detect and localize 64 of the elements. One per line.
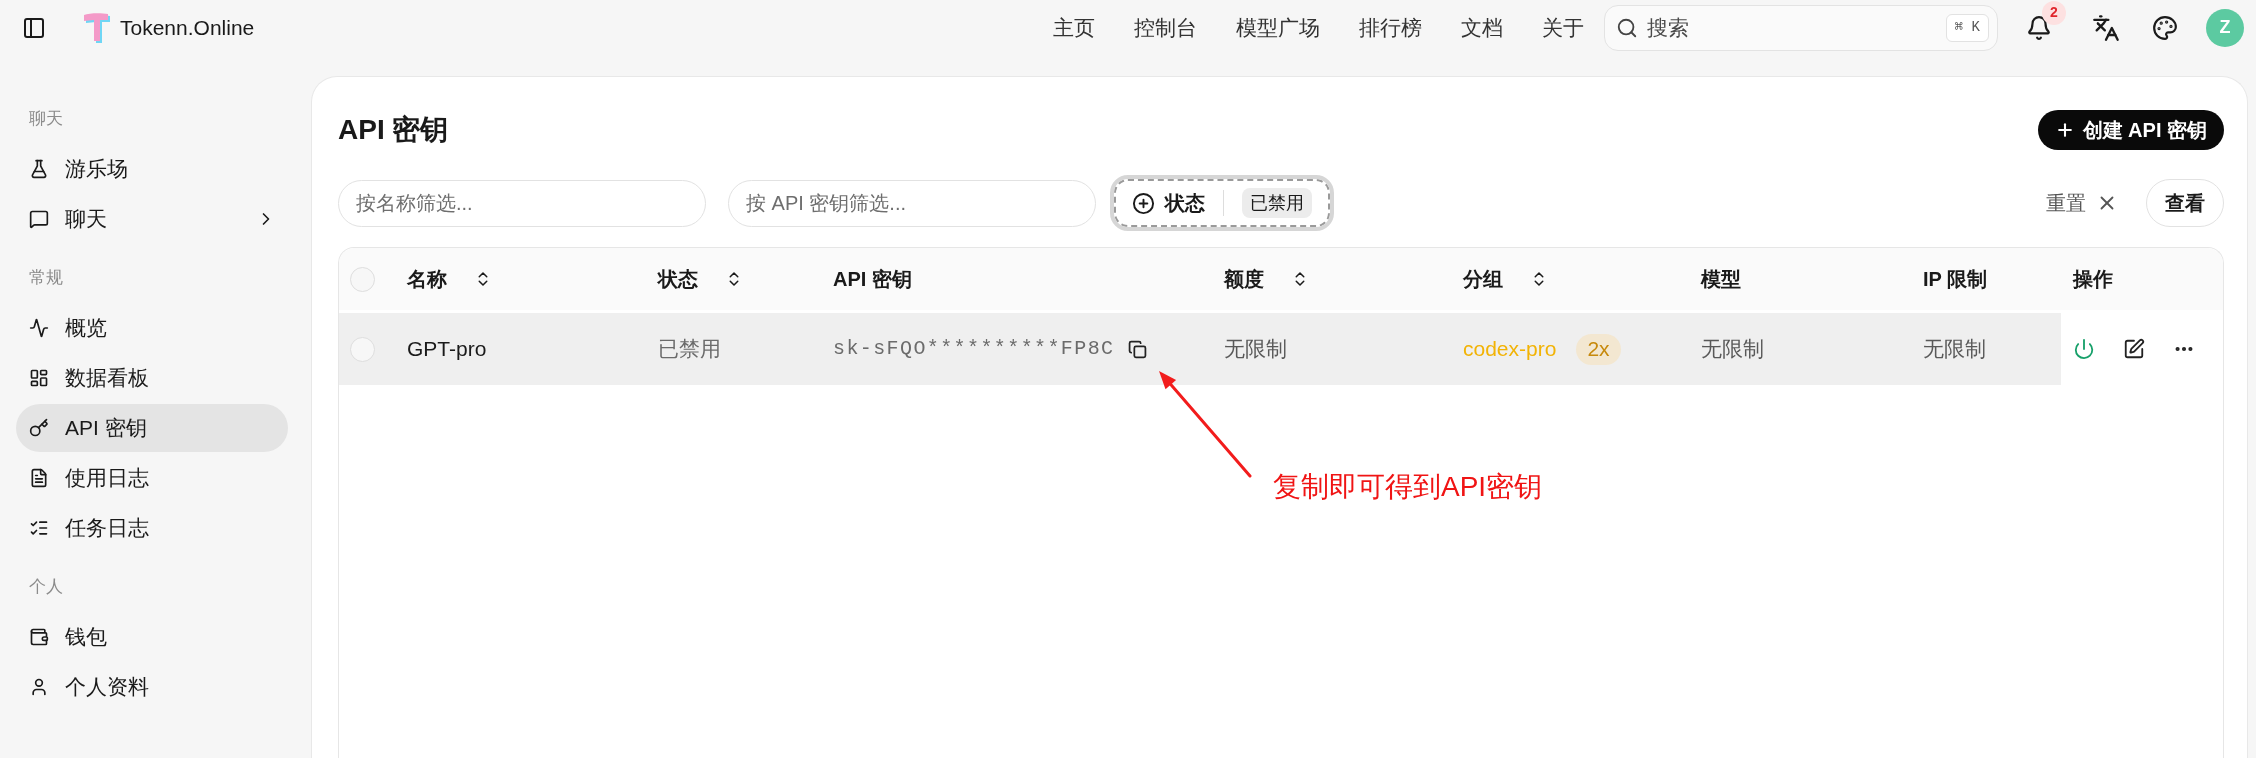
flask-icon [29, 159, 49, 179]
checklist-icon [29, 518, 49, 538]
sidebar-item[interactable]: 数据看板 [16, 354, 288, 402]
filter-value-chip: 已禁用 [1242, 188, 1312, 218]
column-header: IP 限制 [1923, 267, 1988, 292]
grid-icon [29, 368, 49, 388]
column-header: 名称 [407, 267, 447, 292]
sidebar-item[interactable]: 游乐场 [16, 145, 288, 193]
table-cell-text: codex-pro [1463, 336, 1557, 363]
nav-link[interactable]: 控制台 [1134, 11, 1197, 44]
sidebar-item[interactable]: 概览 [16, 304, 288, 352]
column-header: API 密钥 [833, 267, 912, 292]
table-cell-text: 无限制 [1923, 336, 1986, 363]
column-header: 状态 [658, 267, 698, 292]
plus-circle-icon [1132, 191, 1155, 215]
sidebar-item[interactable]: API 密钥 [16, 404, 288, 452]
logo-icon [82, 11, 112, 44]
page-title: API 密钥 [338, 113, 449, 147]
user-icon [29, 677, 49, 697]
table-cell-text: 已禁用 [658, 336, 721, 363]
power-icon[interactable] [2073, 338, 2095, 360]
sidebar-item[interactable]: 钱包 [16, 613, 288, 661]
copy-icon[interactable] [1128, 339, 1148, 359]
bell-icon[interactable] [2026, 14, 2052, 41]
translate-icon[interactable] [2092, 13, 2120, 42]
table-cell-text: 无限制 [1224, 336, 1287, 363]
notification-badge: 2 [2042, 0, 2066, 25]
nav-link[interactable]: 文档 [1461, 11, 1503, 44]
key-icon [29, 418, 49, 438]
key-filter-field[interactable]: 按 API 密钥筛选... [728, 179, 1096, 227]
select-all-checkbox[interactable] [350, 266, 375, 292]
sidebar-item[interactable]: 任务日志 [16, 504, 288, 552]
name-filter-field[interactable]: 按名称筛选... [338, 179, 706, 227]
sidebar-item[interactable]: 使用日志 [16, 454, 288, 502]
nav-link[interactable]: 排行榜 [1359, 11, 1422, 44]
section-label: 常规 [28, 267, 64, 290]
section-label: 聊天 [28, 108, 64, 131]
chat-bubble-icon [29, 209, 49, 229]
column-header: 额度 [1224, 267, 1264, 292]
view-button[interactable]: 查看 [2146, 179, 2224, 227]
search-icon [1616, 16, 1638, 39]
nav-link[interactable]: 模型广场 [1236, 11, 1320, 44]
column-header: 分组 [1463, 267, 1503, 292]
table-cell-text: GPT-pro [407, 336, 487, 363]
sidebar-item[interactable]: 聊天 [16, 195, 288, 243]
reset-button[interactable]: 重置 [2046, 188, 2118, 218]
brand-name: Tokenn.Online [120, 14, 255, 41]
document-icon [29, 468, 49, 488]
nav-link[interactable]: 主页 [1053, 11, 1095, 44]
section-label: 个人 [28, 576, 64, 599]
create-key-button[interactable]: 创建 API 密钥 [2037, 110, 2224, 150]
edit-icon[interactable] [2123, 338, 2145, 360]
column-header: 模型 [1701, 267, 1741, 292]
pulse-icon [29, 318, 49, 338]
palette-icon[interactable] [2152, 14, 2178, 41]
nav-link[interactable]: 关于 [1542, 11, 1584, 44]
annotation-text: 复制即可得到API密钥 [1273, 470, 1543, 504]
ratio-badge: 2x [1576, 333, 1621, 365]
table-cell-text: sk-sFQO**********FP8C [833, 336, 1115, 362]
sidebar-toggle-icon[interactable] [22, 15, 46, 40]
table-cell-text: 无限制 [1701, 336, 1764, 363]
wallet-icon [29, 627, 49, 647]
column-header: 操作 [2073, 267, 2113, 292]
sidebar-item[interactable]: 个人资料 [16, 663, 288, 711]
